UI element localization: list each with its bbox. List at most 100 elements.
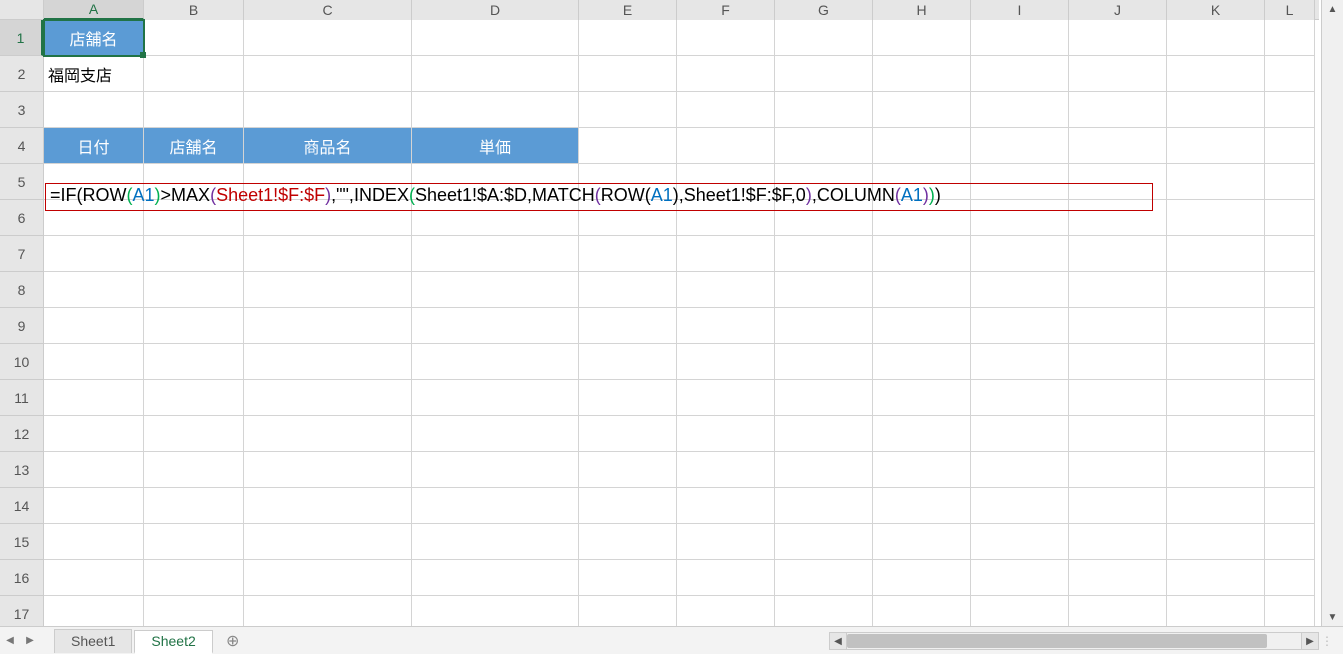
cell-I8[interactable]: [971, 272, 1069, 308]
row-header-14[interactable]: 14: [0, 488, 43, 524]
cell-F15[interactable]: [677, 524, 775, 560]
cell-B16[interactable]: [144, 560, 244, 596]
cell-F13[interactable]: [677, 452, 775, 488]
cell-J8[interactable]: [1069, 272, 1167, 308]
column-header-L[interactable]: L: [1265, 0, 1315, 20]
cell-G7[interactable]: [775, 236, 873, 272]
column-header-C[interactable]: C: [244, 0, 412, 20]
hscroll-track[interactable]: [847, 632, 1301, 650]
cell-L15[interactable]: [1265, 524, 1315, 560]
cell-H4[interactable]: [873, 128, 971, 164]
cell-K14[interactable]: [1167, 488, 1265, 524]
horizontal-scrollbar[interactable]: ◀ ▶: [829, 632, 1319, 650]
cell-K9[interactable]: [1167, 308, 1265, 344]
row-header-6[interactable]: 6: [0, 200, 43, 236]
cell-A12[interactable]: [44, 416, 144, 452]
cell-A15[interactable]: [44, 524, 144, 560]
cell-F16[interactable]: [677, 560, 775, 596]
cell-D1[interactable]: [412, 20, 579, 56]
cell-L12[interactable]: [1265, 416, 1315, 452]
cell-E14[interactable]: [579, 488, 677, 524]
cell-A4[interactable]: 日付: [44, 128, 144, 164]
row-header-1[interactable]: 1: [0, 20, 43, 56]
cell-G16[interactable]: [775, 560, 873, 596]
cell-D15[interactable]: [412, 524, 579, 560]
grid-body[interactable]: 店舗名福岡支店日付店舗名商品名単価: [44, 20, 1319, 626]
cell-K4[interactable]: [1167, 128, 1265, 164]
cell-C12[interactable]: [244, 416, 412, 452]
cell-A2[interactable]: 福岡支店: [44, 56, 144, 92]
cell-K16[interactable]: [1167, 560, 1265, 596]
cell-A9[interactable]: [44, 308, 144, 344]
cell-D12[interactable]: [412, 416, 579, 452]
cell-L11[interactable]: [1265, 380, 1315, 416]
add-sheet-button[interactable]: ⊕: [221, 629, 245, 653]
cell-J15[interactable]: [1069, 524, 1167, 560]
cell-L14[interactable]: [1265, 488, 1315, 524]
cell-C4[interactable]: 商品名: [244, 128, 412, 164]
tab-nav-first-icon[interactable]: ◀: [0, 630, 20, 652]
cell-K5[interactable]: [1167, 164, 1265, 200]
cell-A8[interactable]: [44, 272, 144, 308]
cell-F1[interactable]: [677, 20, 775, 56]
cell-A7[interactable]: [44, 236, 144, 272]
cell-I14[interactable]: [971, 488, 1069, 524]
cell-C13[interactable]: [244, 452, 412, 488]
cell-H9[interactable]: [873, 308, 971, 344]
select-all-corner[interactable]: [0, 0, 44, 20]
cell-I4[interactable]: [971, 128, 1069, 164]
cell-J16[interactable]: [1069, 560, 1167, 596]
cell-I13[interactable]: [971, 452, 1069, 488]
cell-G13[interactable]: [775, 452, 873, 488]
cell-J2[interactable]: [1069, 56, 1167, 92]
cell-I2[interactable]: [971, 56, 1069, 92]
row-header-3[interactable]: 3: [0, 92, 43, 128]
cell-F3[interactable]: [677, 92, 775, 128]
column-header-E[interactable]: E: [579, 0, 677, 20]
cell-B2[interactable]: [144, 56, 244, 92]
cell-H11[interactable]: [873, 380, 971, 416]
row-header-5[interactable]: 5: [0, 164, 43, 200]
cell-E12[interactable]: [579, 416, 677, 452]
scroll-right-icon[interactable]: ▶: [1301, 632, 1319, 650]
cell-C16[interactable]: [244, 560, 412, 596]
cell-F9[interactable]: [677, 308, 775, 344]
cell-C10[interactable]: [244, 344, 412, 380]
cell-E13[interactable]: [579, 452, 677, 488]
cell-J11[interactable]: [1069, 380, 1167, 416]
cell-D11[interactable]: [412, 380, 579, 416]
cell-B14[interactable]: [144, 488, 244, 524]
column-header-I[interactable]: I: [971, 0, 1069, 20]
column-header-K[interactable]: K: [1167, 0, 1265, 20]
cell-J1[interactable]: [1069, 20, 1167, 56]
cell-I6[interactable]: [971, 200, 1069, 236]
cell-L9[interactable]: [1265, 308, 1315, 344]
cell-H7[interactable]: [873, 236, 971, 272]
row-header-12[interactable]: 12: [0, 416, 43, 452]
cell-J9[interactable]: [1069, 308, 1167, 344]
cell-C1[interactable]: [244, 20, 412, 56]
cell-D16[interactable]: [412, 560, 579, 596]
cell-A13[interactable]: [44, 452, 144, 488]
cell-H12[interactable]: [873, 416, 971, 452]
cell-I10[interactable]: [971, 344, 1069, 380]
cell-C8[interactable]: [244, 272, 412, 308]
cell-E10[interactable]: [579, 344, 677, 380]
cell-J3[interactable]: [1069, 92, 1167, 128]
cell-G1[interactable]: [775, 20, 873, 56]
cell-L4[interactable]: [1265, 128, 1315, 164]
scroll-up-icon[interactable]: ▲: [1324, 0, 1342, 18]
cell-G9[interactable]: [775, 308, 873, 344]
row-header-9[interactable]: 9: [0, 308, 43, 344]
cell-D14[interactable]: [412, 488, 579, 524]
cell-B3[interactable]: [144, 92, 244, 128]
cell-C3[interactable]: [244, 92, 412, 128]
cell-K2[interactable]: [1167, 56, 1265, 92]
cell-L10[interactable]: [1265, 344, 1315, 380]
cell-E15[interactable]: [579, 524, 677, 560]
cell-K10[interactable]: [1167, 344, 1265, 380]
cell-L7[interactable]: [1265, 236, 1315, 272]
cell-E11[interactable]: [579, 380, 677, 416]
cell-J7[interactable]: [1069, 236, 1167, 272]
hscroll-thumb[interactable]: [847, 634, 1267, 648]
